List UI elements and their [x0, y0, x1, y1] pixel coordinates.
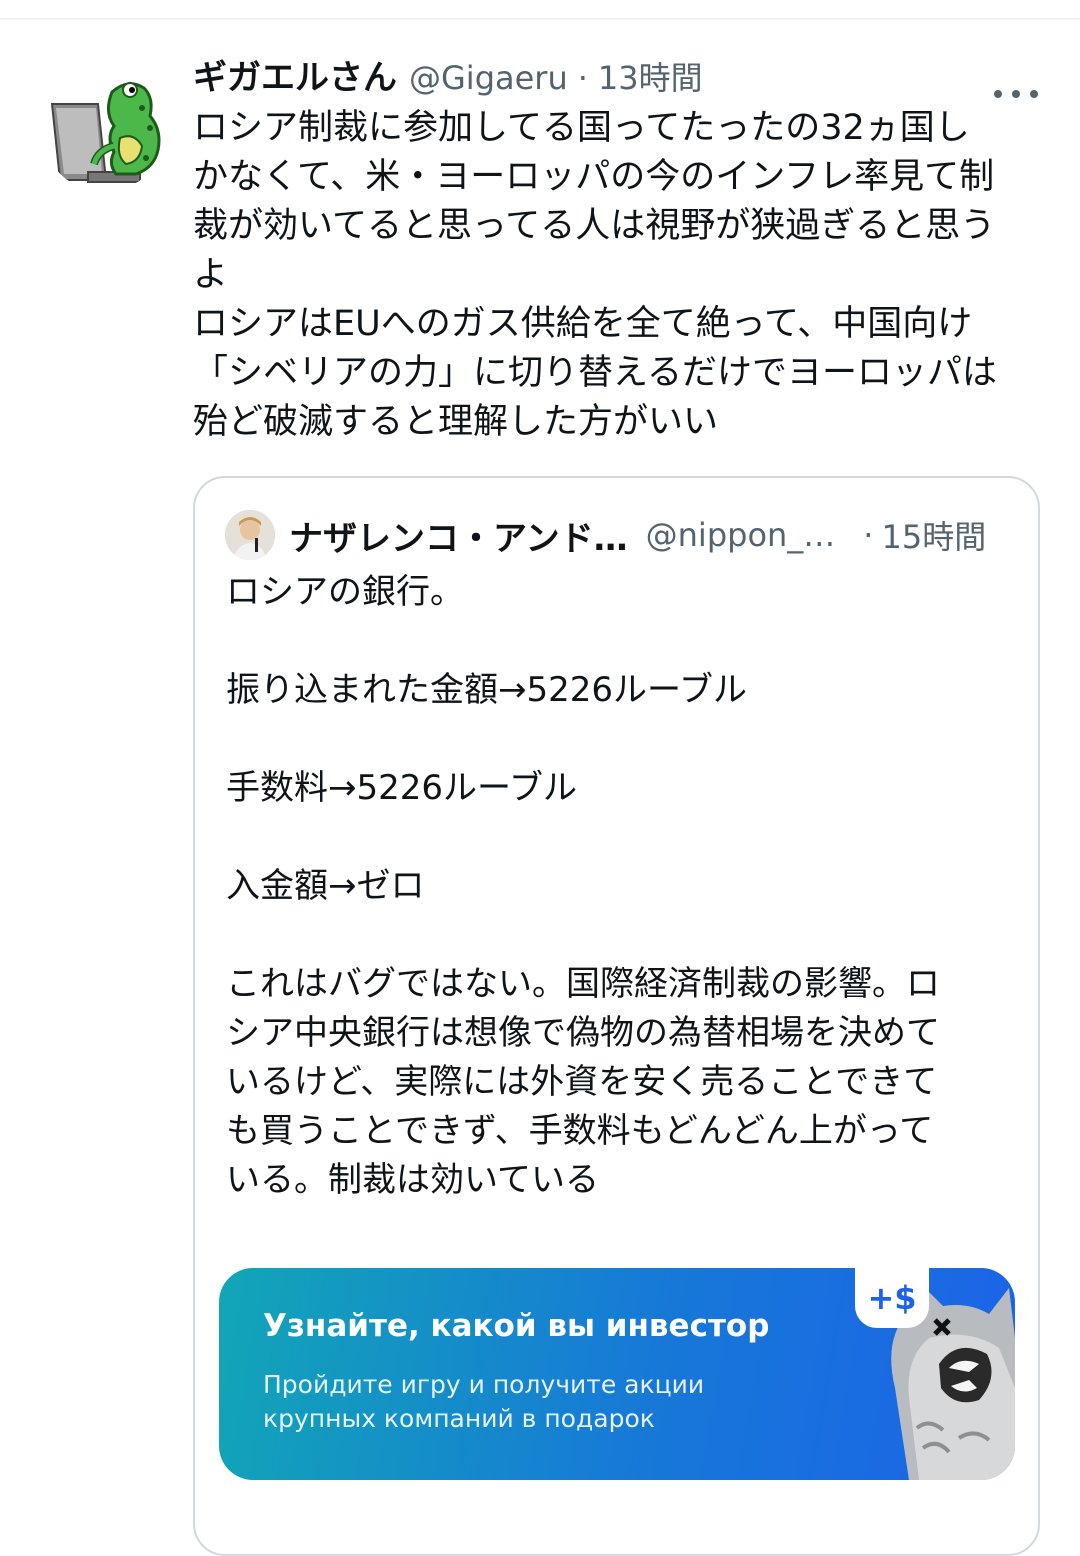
author-avatar[interactable] [42, 68, 166, 192]
ad-badge: +$ [855, 1268, 929, 1328]
quoted-tweet[interactable]: ナザレンコ・アンド… @nippon_… · 15時間 ロシアの銀行。 振り込ま… [193, 476, 1040, 1556]
person-avatar-icon [225, 510, 275, 560]
quoted-author-display-name: ナザレンコ・アンド… [289, 518, 628, 559]
ad-banner-image[interactable]: Узнайте, какой вы инвестор Пройдите игру… [219, 1268, 1015, 1480]
author-display-name[interactable]: ギガエルさん [193, 50, 397, 99]
frog-avatar-icon [42, 68, 166, 192]
tweet-text: ロシア制裁に参加してる国ってたったの32ヵ国し かなくて、米・ヨーロッパの今のイ… [193, 108, 997, 442]
more-horizontal-icon[interactable] [994, 84, 1038, 104]
quoted-tweet-timestamp: 15時間 [881, 518, 987, 556]
author-handle[interactable]: @Gigaeru [409, 59, 568, 97]
more-dot [1030, 90, 1038, 98]
quoted-tweet-header: ナザレンコ・アンド… @nippon_… · 15時間 [225, 510, 986, 560]
ad-title: Узнайте, какой вы инвестор [263, 1308, 770, 1344]
tweet-header: ギガエルさん @Gigaeru · 13時間 [193, 50, 703, 98]
tweet-timestamp[interactable]: 13時間 [598, 53, 703, 99]
more-dot [994, 90, 1002, 98]
more-dot [1012, 90, 1020, 98]
quoted-tweet-text: ロシアの銀行。 振り込まれた金額→5226ルーブル 手数料→5226ルーブル 入… [226, 572, 940, 1200]
separator-dot: · [577, 59, 588, 97]
ad-subtitle: Пройдите игру и получите акции крупных к… [263, 1370, 705, 1433]
separator-dot: · [863, 516, 874, 554]
quoted-author-handle: @nippon_… [645, 516, 836, 554]
quoted-author-avatar [225, 510, 275, 560]
tweet[interactable]: ギガエルさん @Gigaeru · 13時間 ロシア制裁に参加してる国ってたった… [0, 20, 1080, 1556]
